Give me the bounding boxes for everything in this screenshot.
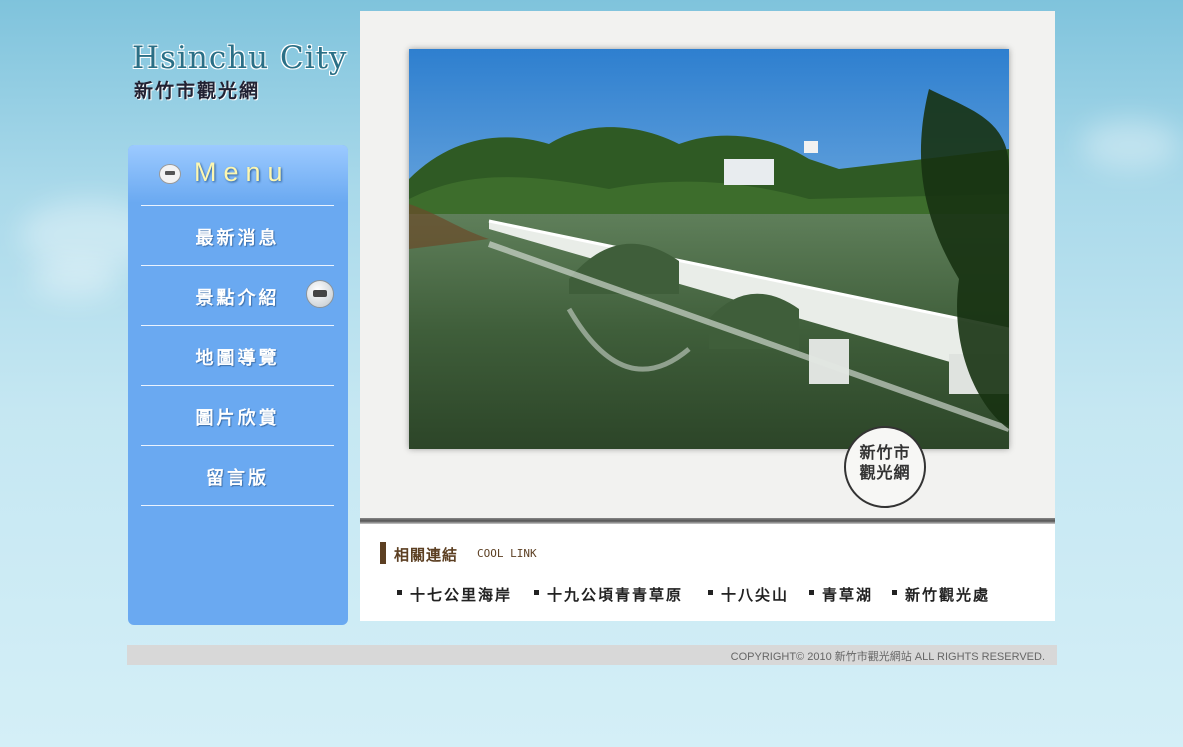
menu-title: Menu <box>194 157 290 187</box>
menu-item-label: 地圖導覽 <box>195 348 280 369</box>
menu-item-gallery[interactable]: 圖片欣賞 <box>141 385 334 445</box>
footer: COPYRIGHT© 2010 新竹市觀光網站 ALL RIGHTS RESER… <box>127 645 1057 665</box>
hero-photo-bridge <box>409 49 1009 449</box>
logo-title-zh: 新竹市觀光網 <box>134 80 261 102</box>
menu-item-label: 最新消息 <box>195 228 280 249</box>
link-label: 十九公頃青青草原 <box>547 586 684 604</box>
menu-item-label: 留言版 <box>206 468 269 489</box>
side-menu: Menu 最新消息 景點介紹 地圖導覽 圖片欣賞 留言版 <box>128 145 348 625</box>
section-divider <box>360 518 1055 524</box>
menu-item-label: 景點介紹 <box>195 288 280 309</box>
bullet-icon <box>534 590 539 595</box>
link-grassland[interactable]: 十九公頃青青草原 <box>534 584 683 605</box>
link-label: 十七公里海岸 <box>410 586 513 604</box>
menu-header: Menu <box>128 145 348 203</box>
link-18-peaks[interactable]: 十八尖山 <box>708 584 789 605</box>
menu-item-news[interactable]: 最新消息 <box>141 205 334 265</box>
bullet-icon <box>708 590 713 595</box>
cloud-decoration <box>30 260 120 300</box>
hero-area: 新竹市 觀光網 <box>360 11 1055 519</box>
link-17km-coast[interactable]: 十七公里海岸 <box>397 584 512 605</box>
cloud-decoration <box>1080 120 1180 170</box>
link-green-grass-lake[interactable]: 青草湖 <box>809 584 873 605</box>
menu-item-map[interactable]: 地圖導覽 <box>141 325 334 385</box>
menu-icon <box>159 164 181 184</box>
stamp-line-1: 新竹市 <box>859 443 911 462</box>
main-content: 新竹市 觀光網 相關連結 COOL LINK 十七公里海岸 十九公頃青青草原 十… <box>360 11 1055 621</box>
bullet-icon <box>892 590 897 595</box>
logo-title-en: Hsinchu City <box>132 40 348 76</box>
link-tourism-office[interactable]: 新竹觀光處 <box>892 584 990 605</box>
menu-item-label: 圖片欣賞 <box>195 408 280 429</box>
stamp-logo: 新竹市 觀光網 <box>844 426 926 508</box>
bullet-icon <box>397 590 402 595</box>
links-title-marker <box>380 542 386 564</box>
link-label: 青草湖 <box>822 586 874 604</box>
stamp-line-2: 觀光網 <box>859 463 911 482</box>
link-label: 十八尖山 <box>721 586 790 604</box>
car-icon <box>306 280 334 308</box>
menu-item-guestbook[interactable]: 留言版 <box>141 445 334 506</box>
link-label: 新竹觀光處 <box>905 586 991 604</box>
links-subtitle: COOL LINK <box>477 547 537 560</box>
copyright-text: COPYRIGHT© 2010 新竹市觀光網站 ALL RIGHTS RESER… <box>730 651 1045 663</box>
bullet-icon <box>809 590 814 595</box>
menu-item-attractions[interactable]: 景點介紹 <box>141 265 334 325</box>
links-title: 相關連結 <box>394 546 459 564</box>
